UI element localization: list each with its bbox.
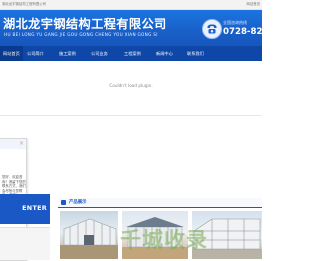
product-image-1[interactable] <box>60 211 118 259</box>
company-name: 湖北龙宇钢结构工程有限公司 <box>3 17 167 31</box>
nav-item-contact[interactable]: 联系我们 <box>187 46 204 61</box>
products-section-header: 产品展示 <box>58 198 262 208</box>
nav-item-news[interactable]: 新闻中心 <box>156 46 173 61</box>
nav-item-about[interactable]: 公司简介 <box>27 46 44 61</box>
header-banner: 湖北龙宇钢结构工程有限公司 HU BEI LONG YU GANG JIE GO… <box>0 10 262 46</box>
watermark-text: 千城收录 <box>120 228 208 252</box>
plugin-error-message: Couldn't load plugin. <box>109 83 153 88</box>
left-sidebar-block <box>0 227 50 260</box>
close-icon[interactable]: × <box>19 140 24 147</box>
top-info-bar: 湖北龙宇钢结构工程有限公司 网站首页 <box>0 0 262 10</box>
telephone-icon <box>202 19 222 39</box>
service-center-label: ENTER <box>22 204 47 212</box>
nav-item-construction-cases[interactable]: 施工案例 <box>59 46 76 61</box>
plugin-area: Couldn't load plugin. <box>0 61 262 116</box>
nav-item-project-cases[interactable]: 工程案例 <box>124 46 141 61</box>
top-info-text: 湖北龙宇钢结构工程有限公司 <box>2 2 47 6</box>
grid-icon <box>61 200 66 205</box>
nav-item-home[interactable]: 网站首页 <box>0 46 23 61</box>
phone-contact: 全国咨询热线 0728-8289 <box>200 15 262 41</box>
nav-item-business[interactable]: 公司业务 <box>91 46 108 61</box>
service-center-panel[interactable]: ENTER <box>0 194 50 224</box>
products-title: 产品展示 <box>69 200 87 205</box>
top-home-link[interactable]: 网站首页 <box>246 0 260 9</box>
chat-header: × <box>0 139 26 149</box>
phone-label: 全国咨询热线 <box>223 20 247 25</box>
company-name-pinyin: HU BEI LONG YU GANG JIE GOU GONG CHENG Y… <box>4 32 158 37</box>
main-nav: 网站首页 公司简介 施工案例 公司业务 工程案例 新闻中心 联系我们 <box>0 46 262 61</box>
phone-number: 0728-8289 <box>223 27 262 37</box>
